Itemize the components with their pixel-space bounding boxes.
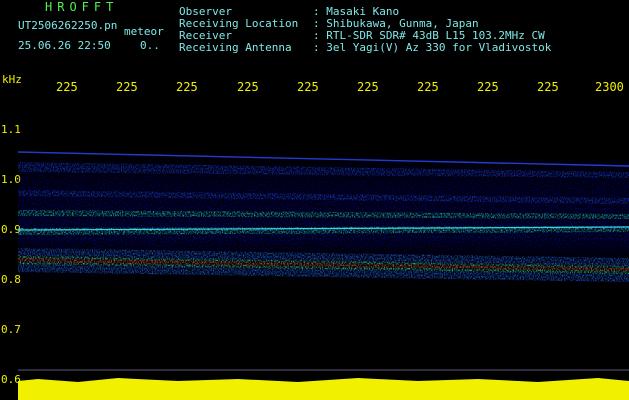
time-tick: 225 [477, 80, 499, 94]
datetime-label: 25.06.26 22:50 [18, 39, 111, 52]
spectrogram-display [18, 100, 629, 400]
app-title: HROFFT [45, 0, 119, 14]
mode-label: meteor [124, 25, 164, 38]
station-info-values: : Masaki Kano : Shibukawa, Gunma, Japan … [313, 5, 552, 54]
file-name: UT2506262250.pn [18, 19, 118, 32]
time-tick: 225 [417, 80, 439, 94]
time-axis: 225 225 225 225 225 225 225 225 225 2300 [0, 80, 629, 94]
time-tick: 2300 [595, 80, 624, 94]
time-tick: 225 [297, 80, 319, 94]
time-tick: 225 [357, 80, 379, 94]
time-tick: 225 [176, 80, 198, 94]
noise-floor-band [18, 378, 629, 400]
time-tick: 225 [237, 80, 259, 94]
station-info-labels: Observer Receiving Location Receiver Rec… [179, 5, 299, 54]
status-flag: 0.. [140, 39, 160, 52]
signal-bands [18, 150, 629, 295]
time-tick: 225 [116, 80, 138, 94]
frequency-axis: 1.1 1.0 0.9 0.8 0.7 0.6 [0, 94, 21, 400]
time-tick: 225 [537, 80, 559, 94]
time-tick: 225 [56, 80, 78, 94]
